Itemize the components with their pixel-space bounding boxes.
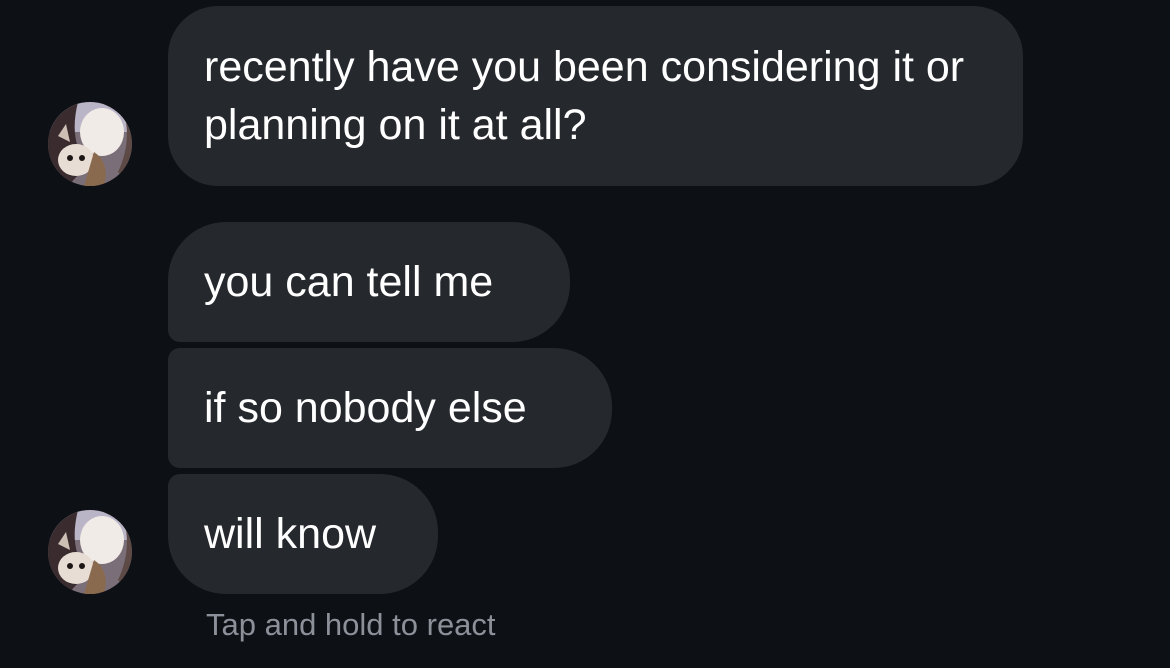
message-text: recently have you been considering it or… [204,43,965,149]
avatar-photo [48,510,132,594]
react-hint: Tap and hold to react [206,607,496,642]
sender-avatar[interactable] [48,510,132,594]
message-bubble[interactable]: recently have you been considering it or… [168,6,1023,186]
message-bubble[interactable]: you can tell me [168,222,570,342]
avatar-photo [48,102,132,186]
message-bubble[interactable]: if so nobody else [168,348,612,468]
message-text: you can tell me [204,258,494,306]
message-text: if so nobody else [204,384,527,432]
sender-avatar[interactable] [48,102,132,186]
message-text: will know [204,510,377,558]
message-bubble[interactable]: will know [168,474,438,594]
